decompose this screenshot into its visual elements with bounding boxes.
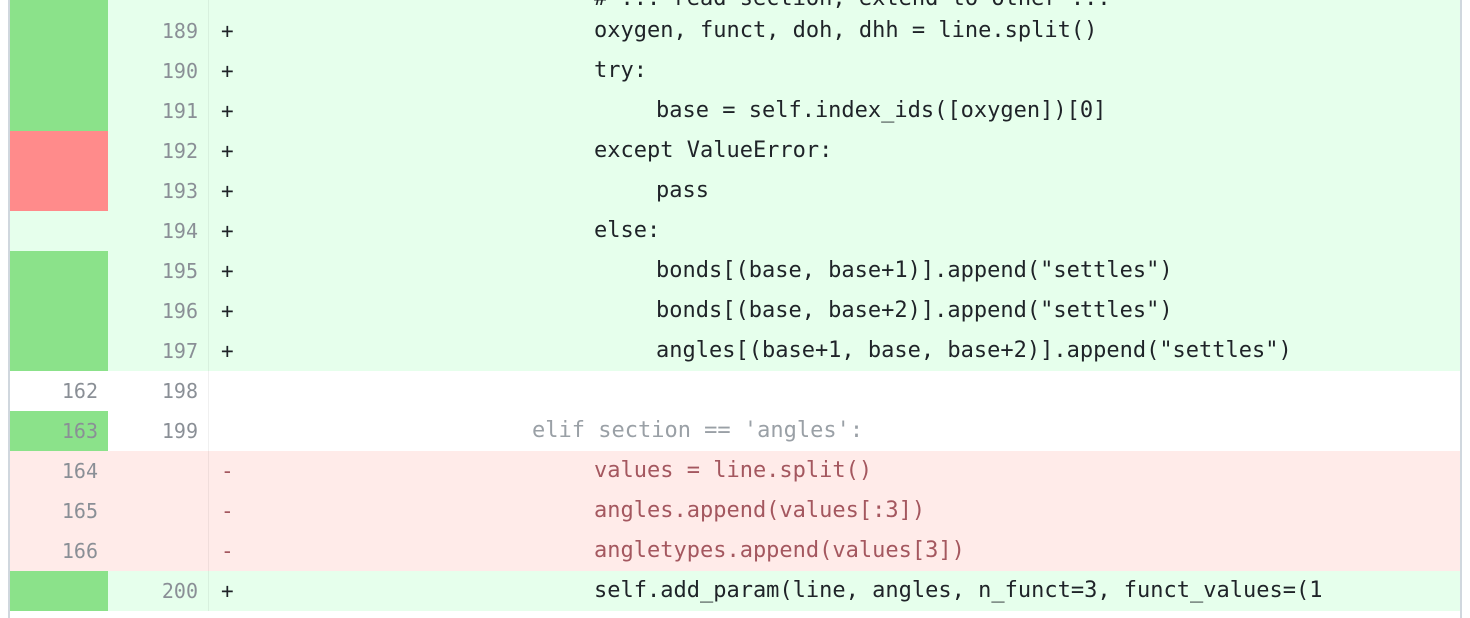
code-text: except ValueError: (594, 138, 833, 163)
code-cell: + except ValueError: (209, 131, 1460, 171)
coverage-indicator (10, 131, 108, 171)
diff-row[interactable]: 189 + oxygen, funct, doh, dhh = line.spl… (10, 11, 1460, 51)
code-text: self.add_param(line, angles, n_funct=3, … (594, 578, 1323, 603)
code-cell: - angles.append(values[:3]) (209, 491, 1460, 531)
code-cell: + angles[(base+1, base, base+2)].append(… (209, 331, 1460, 371)
code-cell: + else: (209, 211, 1460, 251)
new-line-number[interactable]: 192 (108, 131, 209, 171)
diff-right-border (1460, 0, 1462, 618)
code-cell: + oxygen, funct, doh, dhh = line.split() (209, 11, 1460, 51)
old-line-number[interactable]: 163 (10, 411, 108, 451)
coverage-indicator (10, 171, 108, 211)
new-line-number[interactable]: 196 (108, 291, 209, 331)
diff-marker: + (221, 259, 234, 283)
diff-row[interactable]: 165 - angles.append(values[:3]) (10, 491, 1460, 531)
new-line-number[interactable]: 199 (108, 411, 209, 451)
diff-marker: + (221, 139, 234, 163)
code-cell: elif section == 'angles': (209, 411, 1460, 451)
code-text: elif section == 'angles': (532, 418, 864, 443)
diff-row[interactable]: 192 + except ValueError: (10, 131, 1460, 171)
new-line-number[interactable]: 194 (108, 211, 209, 251)
old-line-number[interactable]: 162 (10, 371, 108, 411)
code-text: try: (594, 58, 647, 83)
diff-marker: + (221, 179, 234, 203)
new-line-number[interactable]: 189 (108, 11, 209, 51)
code-cell: + base = self.index_ids([oxygen])[0] (209, 91, 1460, 131)
diff-row[interactable]: 195 + bonds[(base, base+1)].append("sett… (10, 251, 1460, 291)
code-cell: + try: (209, 51, 1460, 91)
coverage-indicator (10, 11, 108, 51)
diff-marker: + (221, 59, 234, 83)
code-cell: - values = line.split() (209, 451, 1460, 491)
diff-marker: + (221, 579, 234, 603)
new-line-number[interactable]: 198 (108, 371, 209, 411)
code-cell: # ... read section, extend to other ... (209, 0, 1460, 11)
diff-row[interactable]: 164 - values = line.split() (10, 451, 1460, 491)
diff-left-border (8, 0, 10, 618)
old-line-number[interactable]: 164 (10, 451, 108, 491)
code-text: else: (594, 218, 661, 243)
coverage-indicator (10, 211, 108, 251)
coverage-indicator (10, 291, 108, 331)
code-cell: + pass (209, 171, 1460, 211)
new-line-number (108, 491, 209, 531)
coverage-indicator (10, 91, 108, 131)
diff-row[interactable]: 196 + bonds[(base, base+2)].append("sett… (10, 291, 1460, 331)
new-line-number[interactable]: 190 (108, 51, 209, 91)
code-cell (209, 371, 1460, 411)
code-cell: + bonds[(base, base+1)].append("settles"… (209, 251, 1460, 291)
diff-row[interactable]: 190 + try: (10, 51, 1460, 91)
new-line-number[interactable]: 191 (108, 91, 209, 131)
new-line-number[interactable]: 193 (108, 171, 209, 211)
diff-row-partial: # ... read section, extend to other ... (10, 0, 1460, 11)
coverage-indicator (10, 0, 108, 11)
code-text: angletypes.append(values[3]) (594, 538, 965, 563)
new-line-number (108, 0, 209, 11)
code-text: bonds[(base, base+2)].append("settles") (656, 298, 1173, 323)
old-line-number[interactable]: 166 (10, 531, 108, 571)
diff-marker: - (221, 539, 234, 563)
new-line-number[interactable]: 195 (108, 251, 209, 291)
new-line-number[interactable]: 200 (108, 571, 209, 611)
code-text: angles[(base+1, base, base+2)].append("s… (656, 338, 1292, 363)
diff-row[interactable]: 166 - angletypes.append(values[3]) (10, 531, 1460, 571)
diff-row[interactable]: 162 198 (10, 371, 1460, 411)
diff-marker: + (221, 339, 234, 363)
old-line-number[interactable]: 165 (10, 491, 108, 531)
new-line-number (108, 531, 209, 571)
coverage-indicator (10, 331, 108, 371)
diff-row[interactable]: 200 + self.add_param(line, angles, n_fun… (10, 571, 1460, 611)
diff-marker: - (221, 499, 234, 523)
diff-marker: + (221, 19, 234, 43)
diff-marker: + (221, 299, 234, 323)
code-text: values = line.split() (594, 458, 873, 483)
diff-row[interactable]: 197 + angles[(base+1, base, base+2)].app… (10, 331, 1460, 371)
code-text: bonds[(base, base+1)].append("settles") (656, 258, 1173, 283)
diff-row[interactable]: 163 199 elif section == 'angles': (10, 411, 1460, 451)
new-line-number[interactable]: 197 (108, 331, 209, 371)
diff-row[interactable]: 191 + base = self.index_ids([oxygen])[0] (10, 91, 1460, 131)
diff-marker: - (221, 459, 234, 483)
code-cell: + bonds[(base, base+2)].append("settles"… (209, 291, 1460, 331)
code-cell: + self.add_param(line, angles, n_funct=3… (209, 571, 1460, 611)
diff-marker: + (221, 219, 234, 243)
coverage-indicator (10, 571, 108, 611)
coverage-indicator (10, 51, 108, 91)
diff-view: # ... read section, extend to other ... … (0, 0, 1470, 618)
diff-row[interactable]: 193 + pass (10, 171, 1460, 211)
coverage-indicator (10, 251, 108, 291)
new-line-number (108, 451, 209, 491)
diff-marker: + (221, 99, 234, 123)
code-cell: - angletypes.append(values[3]) (209, 531, 1460, 571)
code-text: base = self.index_ids([oxygen])[0] (656, 98, 1107, 123)
code-text: oxygen, funct, doh, dhh = line.split() (594, 18, 1098, 43)
code-text: pass (656, 178, 709, 203)
code-text: angles.append(values[:3]) (594, 498, 926, 523)
diff-row[interactable]: 194 + else: (10, 211, 1460, 251)
